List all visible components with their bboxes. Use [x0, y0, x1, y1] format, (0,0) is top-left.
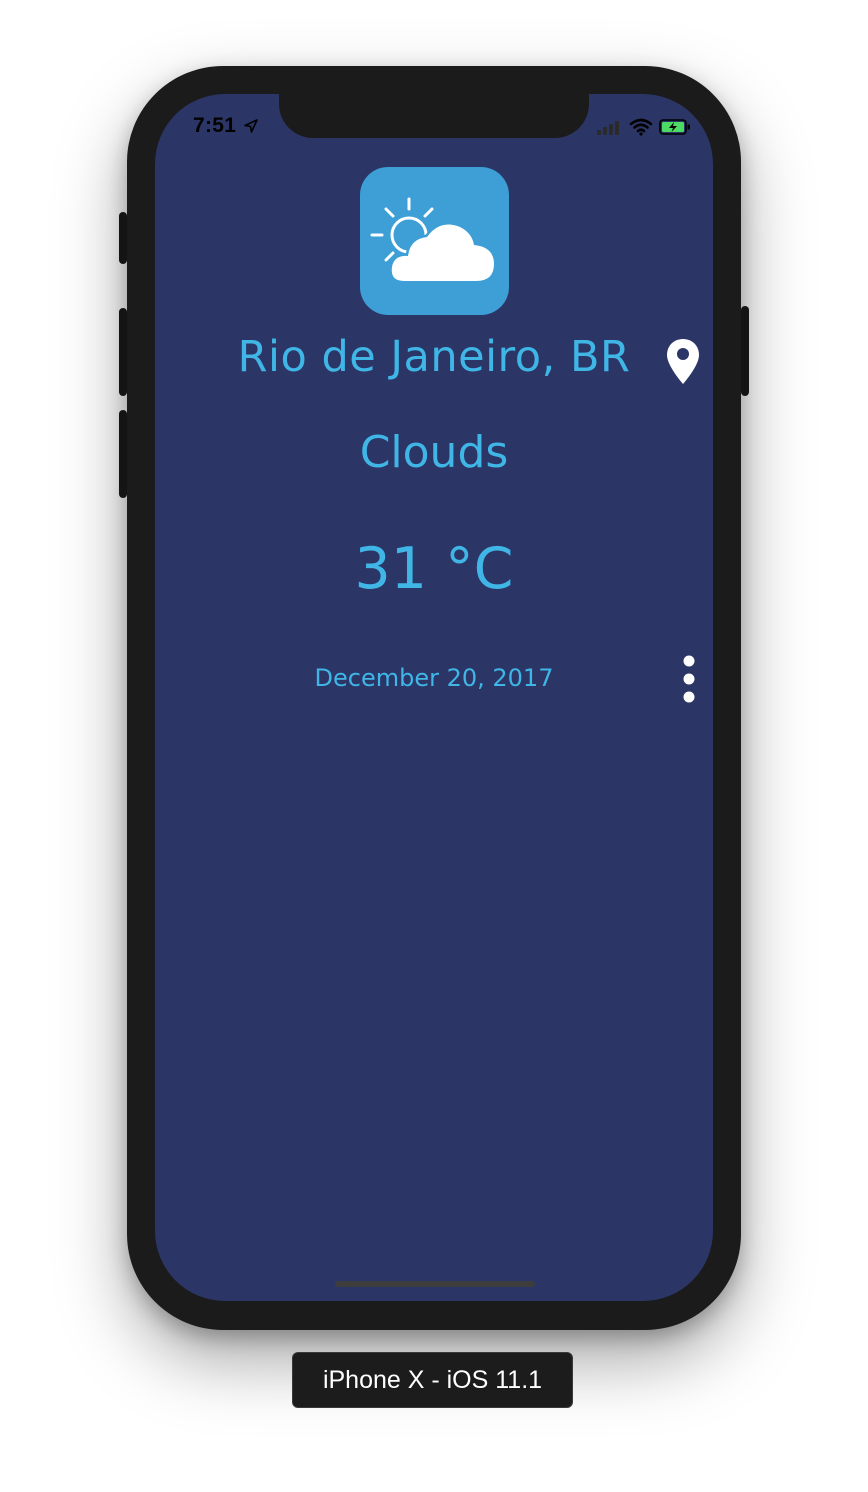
device-notch — [279, 94, 589, 138]
device-label: iPhone X - iOS 11.1 — [292, 1352, 573, 1408]
weather-condition-tile — [360, 167, 509, 315]
battery-charging-icon — [659, 119, 690, 135]
app-screen: 7:51 Rio de Janeiro, BR Clouds 31 °C Dec… — [155, 94, 713, 1301]
simulator-stage: 7:51 Rio de Janeiro, BR Clouds 31 °C Dec… — [0, 0, 868, 1492]
status-time: 7:51 — [193, 114, 237, 137]
silent-switch — [119, 212, 127, 264]
status-icons — [597, 118, 691, 136]
volume-down-button — [119, 410, 127, 498]
weather-condition: Clouds — [359, 427, 509, 478]
home-indicator[interactable] — [335, 1281, 535, 1287]
location-arrow-icon — [244, 119, 258, 133]
cellular-signal-icon — [597, 121, 619, 135]
volume-up-button — [119, 308, 127, 396]
wifi-icon — [629, 118, 653, 136]
map-pin-icon[interactable] — [665, 338, 701, 386]
city-name: Rio de Janeiro, BR — [237, 332, 631, 382]
more-vertical-icon[interactable] — [679, 655, 699, 705]
temperature-value: 31 °C — [354, 536, 514, 602]
forecast-date: December 20, 2017 — [314, 664, 554, 692]
partly-cloudy-icon — [370, 197, 497, 284]
power-button — [741, 306, 749, 396]
